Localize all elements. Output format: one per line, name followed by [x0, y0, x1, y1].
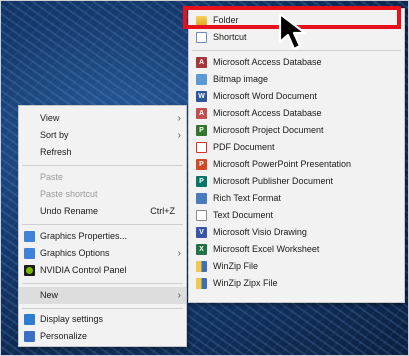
- project-icon: P: [196, 125, 207, 136]
- chevron-right-icon: ›: [177, 113, 181, 124]
- menu-item-label: Microsoft Word Document: [213, 91, 317, 101]
- menu-item-label: Display settings: [40, 314, 104, 324]
- menu-item-label: Shortcut: [213, 32, 247, 42]
- menu-item-label: Graphics Options: [40, 248, 110, 258]
- new-menu-item-rich-text-format[interactable]: Rich Text Format: [189, 190, 404, 207]
- personalize-icon: [24, 331, 35, 342]
- winzip-icon: [196, 278, 207, 289]
- access-icon: A: [196, 108, 207, 119]
- new-menu-item-winzip-zipx-file[interactable]: WinZip Zipx File: [189, 275, 404, 292]
- menu-item-graphics-properties[interactable]: Graphics Properties...: [19, 228, 186, 245]
- nvidia-icon: [24, 265, 35, 276]
- word-icon: W: [196, 91, 207, 102]
- new-menu-item-visio-drawing[interactable]: V Microsoft Visio Drawing: [189, 224, 404, 241]
- menu-item-label: NVIDIA Control Panel: [40, 265, 127, 275]
- excel-icon: X: [196, 244, 207, 255]
- menu-item-label: Graphics Properties...: [40, 231, 128, 241]
- new-menu-item-project-document[interactable]: P Microsoft Project Document: [189, 122, 404, 139]
- menu-item-label: Personalize: [40, 331, 88, 341]
- menu-item-label: WinZip Zipx File: [213, 278, 278, 288]
- menu-item-refresh[interactable]: Refresh: [19, 144, 186, 161]
- winzip-icon: [196, 261, 207, 272]
- menu-item-label: PDF Document: [213, 142, 275, 152]
- menu-item-nvidia-control-panel[interactable]: NVIDIA Control Panel: [19, 262, 186, 279]
- menu-item-graphics-options[interactable]: Graphics Options ›: [19, 245, 186, 262]
- shortcut-label: Ctrl+Z: [150, 206, 175, 216]
- menu-item-label: Text Document: [213, 210, 274, 220]
- chevron-right-icon: ›: [177, 290, 181, 301]
- menu-item-label: Rich Text Format: [213, 193, 281, 203]
- chevron-right-icon: ›: [177, 130, 181, 141]
- menu-item-new[interactable]: New ›: [19, 287, 186, 304]
- bitmap-icon: [196, 74, 207, 85]
- menu-item-display-settings[interactable]: Display settings: [19, 311, 186, 328]
- pdf-icon: [196, 142, 207, 153]
- display-settings-icon: [24, 314, 35, 325]
- menu-item-label: Paste shortcut: [40, 189, 98, 199]
- menu-item-label: Microsoft Publisher Document: [213, 176, 334, 186]
- new-menu-item-excel-worksheet[interactable]: X Microsoft Excel Worksheet: [189, 241, 404, 258]
- mouse-pointer-icon: [278, 12, 307, 51]
- menu-item-label: Paste: [40, 172, 64, 182]
- new-menu-item-publisher-document[interactable]: P Microsoft Publisher Document: [189, 173, 404, 190]
- menu-item-label: Microsoft Project Document: [213, 125, 324, 135]
- menu-item-paste[interactable]: Paste: [19, 169, 186, 186]
- menu-item-label: Microsoft Excel Worksheet: [213, 244, 320, 254]
- menu-separator: [22, 224, 183, 225]
- menu-item-label: New: [40, 290, 59, 300]
- menu-item-label: Microsoft PowerPoint Presentation: [213, 159, 352, 169]
- shortcut-icon: [196, 32, 207, 43]
- menu-item-sort-by[interactable]: Sort by ›: [19, 127, 186, 144]
- menu-item-label: Bitmap image: [213, 74, 269, 84]
- powerpoint-icon: P: [196, 159, 207, 170]
- menu-item-label: View: [40, 113, 60, 123]
- visio-icon: V: [196, 227, 207, 238]
- new-menu-item-powerpoint-presentation[interactable]: P Microsoft PowerPoint Presentation: [189, 156, 404, 173]
- new-menu-item-pdf-document[interactable]: PDF Document: [189, 139, 404, 156]
- menu-item-paste-shortcut[interactable]: Paste shortcut: [19, 186, 186, 203]
- desktop-context-menu: View › Sort by › Refresh Paste Paste sho…: [18, 105, 187, 347]
- new-menu-item-access-database-2[interactable]: A Microsoft Access Database: [189, 105, 404, 122]
- new-menu-item-text-document[interactable]: Text Document: [189, 207, 404, 224]
- intel-graphics-icon: [24, 248, 35, 259]
- access-icon: A: [196, 57, 207, 68]
- new-menu-item-bitmap-image[interactable]: Bitmap image: [189, 71, 404, 88]
- menu-item-label: Sort by: [40, 130, 69, 140]
- publisher-icon: P: [196, 176, 207, 187]
- menu-item-label: Undo Rename: [40, 206, 99, 216]
- rtf-icon: [196, 193, 207, 204]
- menu-item-label: Refresh: [40, 147, 72, 157]
- menu-item-undo-rename[interactable]: Undo Rename Ctrl+Z: [19, 203, 186, 220]
- new-menu-item-word-document[interactable]: W Microsoft Word Document: [189, 88, 404, 105]
- menu-item-view[interactable]: View ›: [19, 110, 186, 127]
- menu-separator: [22, 308, 183, 309]
- text-document-icon: [196, 210, 207, 221]
- menu-item-label: Microsoft Visio Drawing: [213, 227, 307, 237]
- menu-item-label: Microsoft Access Database: [213, 108, 322, 118]
- menu-separator: [22, 165, 183, 166]
- menu-separator: [22, 283, 183, 284]
- menu-item-personalize[interactable]: Personalize: [19, 328, 186, 345]
- new-menu-item-winzip-file[interactable]: WinZip File: [189, 258, 404, 275]
- menu-item-label: WinZip File: [213, 261, 259, 271]
- intel-graphics-icon: [24, 231, 35, 242]
- chevron-right-icon: ›: [177, 248, 181, 259]
